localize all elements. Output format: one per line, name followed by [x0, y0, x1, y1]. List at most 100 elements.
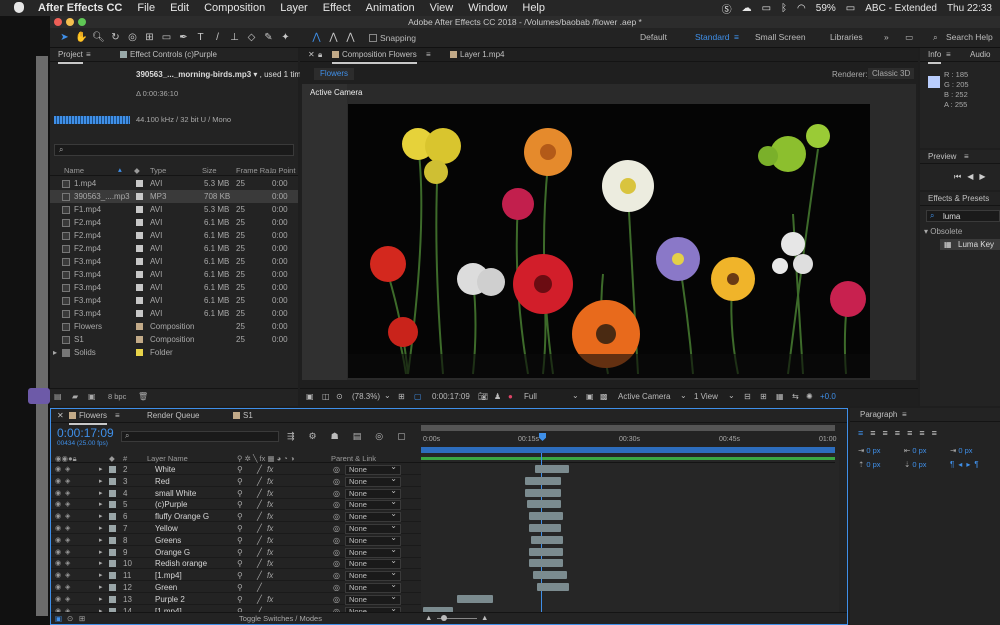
layer-name[interactable]: (c)Purple: [155, 499, 187, 510]
layer-label-color[interactable]: [109, 572, 116, 580]
col-type[interactable]: Type: [150, 166, 166, 175]
pickwhip-icon[interactable]: ◎: [333, 535, 340, 546]
col-name[interactable]: Name: [64, 166, 84, 175]
eraser-tool-icon[interactable]: ◇: [245, 31, 258, 44]
graph-editor-icon[interactable]: ▢: [397, 431, 420, 441]
twirl-arrow-icon[interactable]: ▸: [99, 523, 103, 534]
menu-help[interactable]: Help: [522, 2, 545, 14]
type-tool-icon[interactable]: T: [194, 31, 207, 44]
align-left-icon[interactable]: ≡: [858, 428, 870, 438]
layer-label-color[interactable]: [109, 466, 116, 473]
eye-icon[interactable]: ◉: [55, 594, 61, 605]
pen-tool-icon[interactable]: ✒: [177, 31, 190, 44]
audio-icon[interactable]: ◈: [65, 547, 70, 558]
first-indent-field[interactable]: ⇥ 0 px: [950, 446, 973, 455]
layer-duration-bar[interactable]: [533, 571, 567, 580]
label-color-swatch[interactable]: [136, 310, 143, 317]
layer-duration-bar[interactable]: [527, 500, 561, 509]
frame-blending-icon[interactable]: ▤: [353, 431, 376, 441]
time-ruler[interactable]: 0:00s 00:15s 00:30s 00:45s 01:00: [421, 423, 839, 453]
camera-view-menu-icon[interactable]: ⌄: [680, 391, 687, 400]
layer-name[interactable]: small White: [155, 488, 196, 499]
audio-icon[interactable]: ◈: [65, 582, 70, 593]
project-item[interactable]: F1.mp4 AVI 5.3 MB 25 0:00: [50, 203, 298, 216]
new-folder-icon[interactable]: ▰: [72, 392, 78, 401]
layer-row[interactable]: ◉ ◈ ▸ 3 Red ⚲ ╱ fx ◎ None: [51, 475, 421, 487]
layer-row[interactable]: ◉ ◈ ▸ 4 small White ⚲ ╱ fx ◎ None: [51, 487, 421, 499]
indent-left-field[interactable]: ⇥ 0 px: [858, 446, 881, 455]
effect-switch[interactable]: fx: [267, 511, 273, 522]
audio-icon[interactable]: ◈: [65, 511, 70, 522]
label-color-swatch[interactable]: [136, 284, 143, 291]
tab-project[interactable]: Project: [58, 48, 83, 64]
brush-tool-icon[interactable]: /: [211, 31, 224, 44]
effect-switch[interactable]: fx: [267, 558, 273, 569]
eye-icon[interactable]: ◉: [55, 523, 61, 534]
justify-last-center-icon[interactable]: ≡: [907, 428, 919, 438]
exposure-value[interactable]: +0.0: [820, 392, 836, 401]
eye-icon[interactable]: ◉: [55, 511, 61, 522]
comp-viewer[interactable]: Active Camera: [302, 84, 916, 380]
layer-label-color[interactable]: [109, 595, 116, 603]
region-of-interest-icon[interactable]: ▢: [414, 392, 422, 401]
eye-icon[interactable]: ◉: [55, 464, 61, 475]
pickwhip-icon[interactable]: ◎: [333, 582, 340, 593]
tab-render-queue[interactable]: Render Queue: [147, 409, 199, 423]
clone-stamp-tool-icon[interactable]: ⊥: [228, 31, 241, 44]
shy-switch-icon[interactable]: ⚲: [237, 523, 243, 534]
tab-preview[interactable]: Preview: [928, 150, 956, 164]
quality-switch-icon[interactable]: ╱: [257, 558, 262, 569]
eye-icon[interactable]: ◉: [55, 570, 61, 581]
menu-app[interactable]: After Effects CC: [38, 2, 122, 14]
layer-label-color[interactable]: [109, 584, 116, 591]
effect-luma-key[interactable]: ▦ Luma Key: [940, 239, 1000, 250]
project-item[interactable]: S1 Composition 25 0:00: [50, 333, 298, 346]
col-size[interactable]: Size: [202, 166, 217, 175]
playhead-handle[interactable]: [539, 433, 546, 441]
eye-icon[interactable]: ◉: [55, 582, 61, 593]
view-layout-select[interactable]: 1 View: [694, 392, 718, 401]
workspace-small-screen[interactable]: Small Screen: [755, 32, 806, 42]
exposure-icon[interactable]: ✺: [806, 392, 813, 401]
comp-breadcrumb[interactable]: Flowers: [314, 68, 355, 80]
quality-switch-icon[interactable]: ╱: [257, 570, 262, 581]
layer-switches-icon[interactable]: ▣: [55, 614, 62, 623]
layer-label-color[interactable]: [109, 560, 116, 568]
rotate-tool-icon[interactable]: ↻: [109, 31, 122, 44]
project-item[interactable]: F3.mp4 AVI 6.1 MB 25 0:00: [50, 307, 298, 320]
label-color-swatch[interactable]: [136, 180, 143, 187]
layer-label-color[interactable]: [109, 477, 116, 485]
project-item[interactable]: 390563_....mp3 MP3 708 KB 0:00: [50, 190, 298, 203]
pickwhip-icon[interactable]: ◎: [333, 523, 340, 534]
more-workspaces-icon[interactable]: »: [884, 32, 889, 42]
eye-icon[interactable]: ◉: [55, 476, 61, 487]
layer-search-input[interactable]: ⌕: [121, 431, 279, 442]
indent-right-field[interactable]: ⇤ 0 px: [904, 446, 927, 455]
project-item[interactable]: F2.mp4 AVI 6.1 MB 25 0:00: [50, 216, 298, 229]
mask-visibility-icon[interactable]: ⊙: [336, 392, 343, 401]
label-color-swatch[interactable]: [136, 219, 143, 226]
minimize-window-icon[interactable]: [66, 18, 74, 26]
view-layout-menu-icon[interactable]: ⌄: [728, 391, 735, 400]
effect-switch[interactable]: fx: [267, 499, 273, 510]
search-help-field[interactable]: Search Help: [946, 32, 993, 42]
menu-effect[interactable]: Effect: [323, 2, 351, 14]
work-area-bar[interactable]: [421, 425, 835, 431]
audio-icon[interactable]: ◈: [65, 499, 70, 510]
eye-icon[interactable]: ◉: [55, 547, 61, 558]
audio-icon[interactable]: ◈: [65, 523, 70, 534]
first-frame-icon[interactable]: ⏮: [954, 172, 967, 181]
shy-switch-icon[interactable]: ⚲: [237, 464, 243, 475]
layer-label-color[interactable]: [109, 525, 116, 532]
label-color-swatch[interactable]: [136, 245, 143, 252]
twirl-arrow-icon[interactable]: ▸: [99, 488, 103, 499]
timeline-timecode[interactable]: 0:00:17:09: [57, 426, 114, 440]
audio-icon[interactable]: ◈: [65, 558, 70, 569]
layer-name[interactable]: Orange G: [155, 547, 190, 558]
menu-composition[interactable]: Composition: [204, 2, 265, 14]
col-layer-name[interactable]: Layer Name: [147, 454, 188, 463]
justify-last-left-icon[interactable]: ≡: [895, 428, 907, 438]
info-menu-icon[interactable]: ≡: [946, 48, 951, 62]
workspace-menu-icon[interactable]: ≡: [734, 32, 739, 42]
space-before-field[interactable]: ⇡ 0 px: [858, 460, 881, 469]
